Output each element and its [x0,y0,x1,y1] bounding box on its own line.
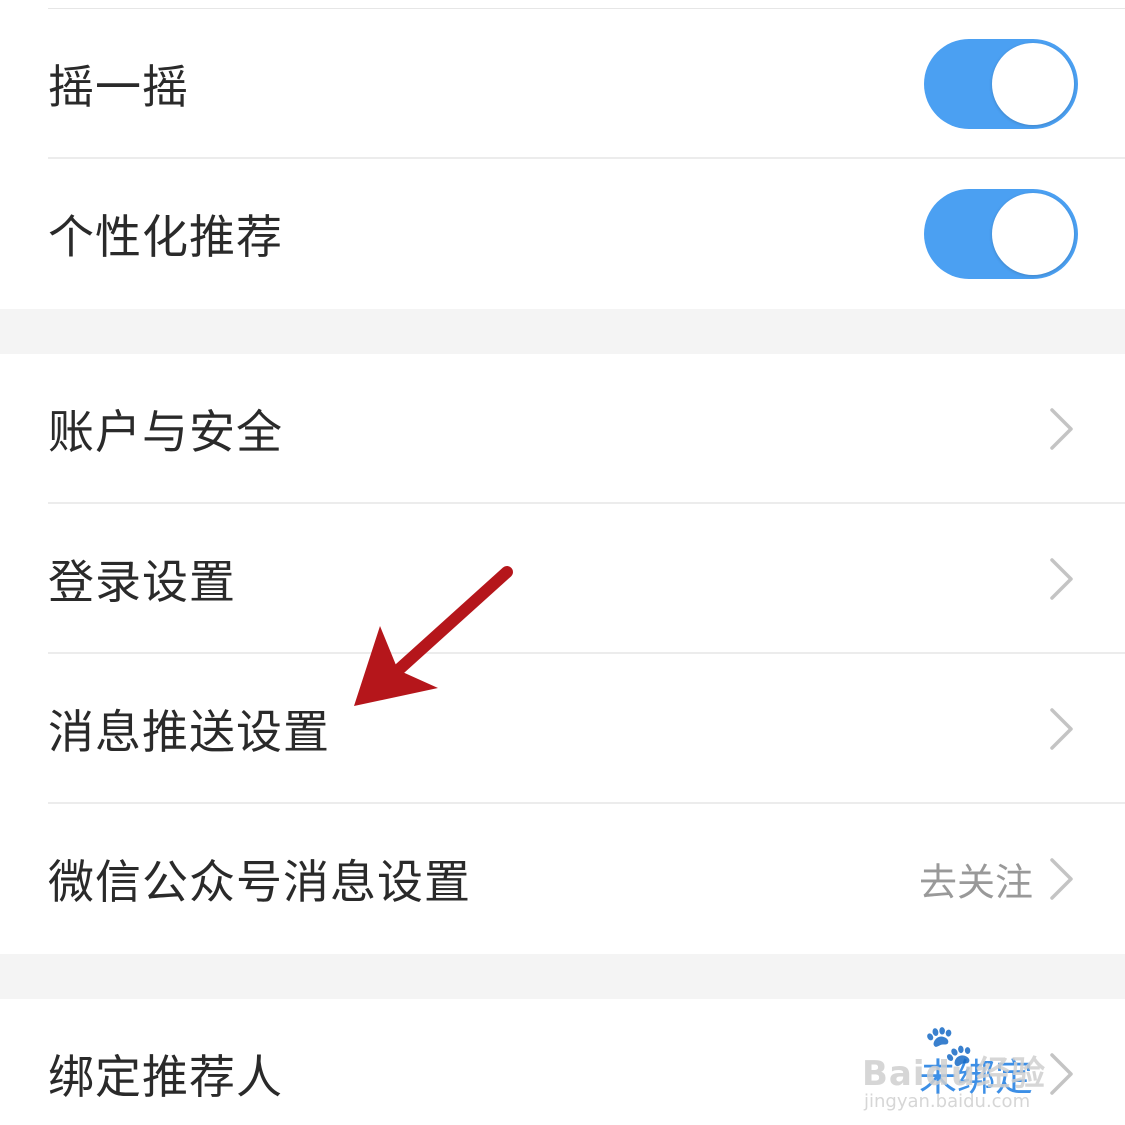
account-settings-group: 账户与安全 登录设置 消息推送设置 微信公众号消息设置 去关注 [0,354,1125,954]
baidu-jingyan-watermark: 🐾 Baidu经验 jingyan.baidu.com [862,1026,1072,1116]
chevron-right-icon [1050,708,1073,750]
watermark-url: jingyan.baidu.com [864,1091,1031,1112]
setting-label: 账户与安全 [48,405,283,459]
chevron-right-icon [1050,858,1073,900]
setting-label: 个性化推荐 [48,210,283,264]
setting-row-personalized-recommendation[interactable]: 个性化推荐 [0,159,1125,309]
setting-label: 摇一摇 [48,60,189,114]
setting-row-login-settings[interactable]: 登录设置 [0,504,1125,654]
section-spacer [0,954,1125,999]
chevron-right-icon [1050,558,1073,600]
setting-label: 绑定推荐人 [48,1050,283,1104]
toggle-knob [992,43,1074,125]
setting-value: 去关注 [918,860,1033,905]
toggle-group: 摇一摇 个性化推荐 [0,9,1125,309]
watermark-brand: Baidu经验 [862,1054,1047,1094]
setting-row-shake[interactable]: 摇一摇 [0,9,1125,159]
settings-page: 摇一摇 个性化推荐 账户与安全 登录设置 消息推送设置 微信公众号消息设置 去关… [0,0,1125,1125]
shake-toggle[interactable] [924,39,1078,129]
setting-row-wechat-official-account[interactable]: 微信公众号消息设置 去关注 [0,804,1125,954]
setting-label: 微信公众号消息设置 [48,855,471,909]
personalized-recommendation-toggle[interactable] [924,189,1078,279]
setting-label: 消息推送设置 [48,705,330,759]
section-spacer [0,309,1125,354]
chevron-right-icon [1050,408,1073,450]
setting-row-push-notification[interactable]: 消息推送设置 [0,654,1125,804]
setting-label: 登录设置 [48,555,236,609]
setting-row-account-security[interactable]: 账户与安全 [0,354,1125,504]
toggle-knob [992,193,1074,275]
